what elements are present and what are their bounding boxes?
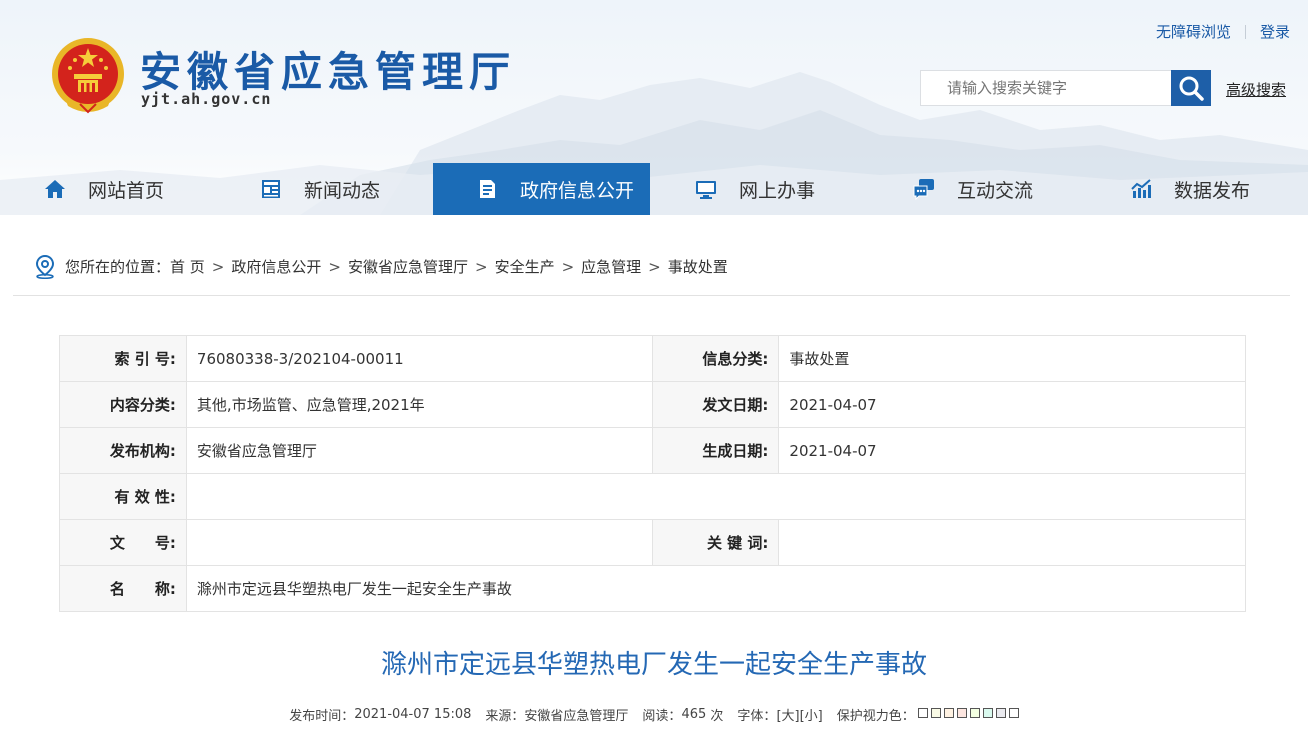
chart-icon [1130,178,1152,200]
advanced-search-link[interactable]: 高级搜索 [1226,79,1286,100]
site-domain: yjt.ah.gov.cn [141,90,272,108]
publish-time-label: 发布时间： [289,709,355,724]
publisher-label: 发布机构: [59,427,187,474]
publish-time: 2021-04-07 15:08 [354,707,472,722]
index-value: 76080338-3/202104-00011 [185,335,653,382]
eye-care-color-swatch[interactable] [1008,708,1019,718]
issue-date-label: 发文日期: [651,381,780,428]
table-row: 索 引 号: 76080338-3/202104-00011 信息分类: 事故处… [59,335,1246,382]
generated-date-label: 生成日期: [651,427,780,474]
generated-date-value: 2021-04-07 [778,427,1246,474]
breadcrumb-separator: > [474,257,488,276]
table-row: 文 号: 关 键 词: [59,519,1246,566]
location-pin-icon [35,254,55,279]
category-value: 事故处置 [778,335,1246,382]
breadcrumb-item-emergency[interactable]: 应急管理 [581,256,641,277]
views-count: 465 [681,707,707,722]
content-category-label: 内容分类: [59,381,187,428]
accessible-browse-link[interactable]: 无障碍浏览 [1156,21,1231,42]
content-category-value: 其他,市场监管、应急管理,2021年 [185,381,653,428]
index-label: 索 引 号: [59,335,187,382]
doc-number-value [185,519,653,566]
document-icon [476,178,498,200]
table-row: 名 称: 滁州市定远县华塑热电厂发生一起安全生产事故 [59,565,1247,612]
breadcrumb-separator: > [211,257,225,276]
breadcrumb-separator: > [561,257,575,276]
font-large-button[interactable]: [大] [776,705,799,724]
eye-care-color-swatch[interactable] [943,708,954,718]
doc-number-label: 文 号: [59,519,187,566]
table-row: 发布机构: 安徽省应急管理厅 生成日期: 2021-04-07 [59,427,1246,474]
breadcrumb: 您所在的位置： 首 页 > 政府信息公开 > 安徽省应急管理厅 > 安全生产 >… [13,238,1290,296]
breadcrumb-item-gov-info[interactable]: 政府信息公开 [231,256,321,277]
source-label: 来源： [485,709,525,724]
national-emblem-logo [52,38,124,114]
info-table: 索 引 号: 76080338-3/202104-00011 信息分类: 事故处… [59,335,1247,612]
breadcrumb-separator: > [648,257,661,276]
font-size-label: 字体： [737,709,777,724]
publisher-value: 安徽省应急管理厅 [185,427,653,474]
name-label: 名 称: [59,565,187,612]
top-links: 无障碍浏览 登录 [1156,21,1290,42]
nav-label: 政府信息公开 [520,179,635,202]
nav-label: 网上办事 [739,179,816,202]
nav-label: 互动交流 [957,179,1034,202]
eye-care-color-swatch[interactable] [930,708,941,718]
search-button[interactable] [1171,70,1211,106]
source-value: 安徽省应急管理厅 [524,709,629,724]
category-label: 信息分类: [651,335,780,382]
breadcrumb-item-safety[interactable]: 安全生产 [495,256,555,277]
nav-item-interaction[interactable]: 互动交流 [913,163,1103,215]
nav-item-gov-info[interactable]: 政府信息公开 [433,163,650,215]
breadcrumb-item-department[interactable]: 安徽省应急管理厅 [348,256,468,277]
views-label: 阅读： [642,709,682,724]
search-input[interactable] [920,70,1172,106]
nav-label: 新闻动态 [304,179,381,202]
validity-label: 有 效 性: [59,473,187,520]
eye-care-swatches [915,707,1019,722]
search-icon [1179,76,1204,101]
issue-date-value: 2021-04-07 [778,381,1246,428]
site-title: 安徽省应急管理厅 [140,48,516,96]
divider [1244,24,1246,39]
breadcrumb-item-accident[interactable]: 事故处置 [668,256,728,277]
site-header: 安徽省应急管理厅 yjt.ah.gov.cn 无障碍浏览 登录 高级搜索 网站首… [0,0,1308,215]
breadcrumb-item-home[interactable]: 首 页 [170,256,205,277]
nav-item-data-release[interactable]: 数据发布 [1130,163,1300,215]
article-meta: 发布时间： 2021-04-07 15:08 来源： 安徽省应急管理厅 阅读： … [0,705,1308,724]
nav-item-online-service[interactable]: 网上办事 [695,163,885,215]
font-small-button[interactable]: [小] [800,705,823,724]
eye-care-color-swatch[interactable] [995,708,1006,718]
nav-item-home[interactable]: 网站首页 [44,163,234,215]
breadcrumb-prefix: 您所在的位置： [65,258,171,276]
nav-item-news[interactable]: 新闻动态 [260,163,430,215]
views-unit: 次 [710,709,724,724]
eye-care-color-swatch[interactable] [982,708,993,718]
chat-icon [913,178,935,200]
news-icon [260,178,282,200]
validity-value [185,473,1247,520]
nav-label: 网站首页 [88,179,165,202]
article-title: 滁州市定远县华塑热电厂发生一起安全生产事故 [380,650,927,680]
eye-care-color-swatch[interactable] [969,708,980,718]
monitor-icon [695,178,717,200]
login-link[interactable]: 登录 [1260,21,1290,42]
eye-care-color-swatch[interactable] [917,708,928,718]
eye-care-label: 保护视力色： [836,709,915,724]
main-nav: 网站首页 新闻动态 政府信息公开 网上办事 互动交流 数据发布 [0,163,1308,215]
name-value: 滁州市定远县华塑热电厂发生一起安全生产事故 [185,565,1247,612]
home-icon [44,178,66,200]
keywords-value [778,519,1246,566]
table-row: 有 效 性: [59,473,1247,520]
table-row: 内容分类: 其他,市场监管、应急管理,2021年 发文日期: 2021-04-0… [59,381,1246,428]
eye-care-color-swatch[interactable] [956,708,967,718]
keywords-label: 关 键 词: [651,519,780,566]
breadcrumb-separator: > [328,257,341,276]
nav-label: 数据发布 [1174,179,1251,202]
